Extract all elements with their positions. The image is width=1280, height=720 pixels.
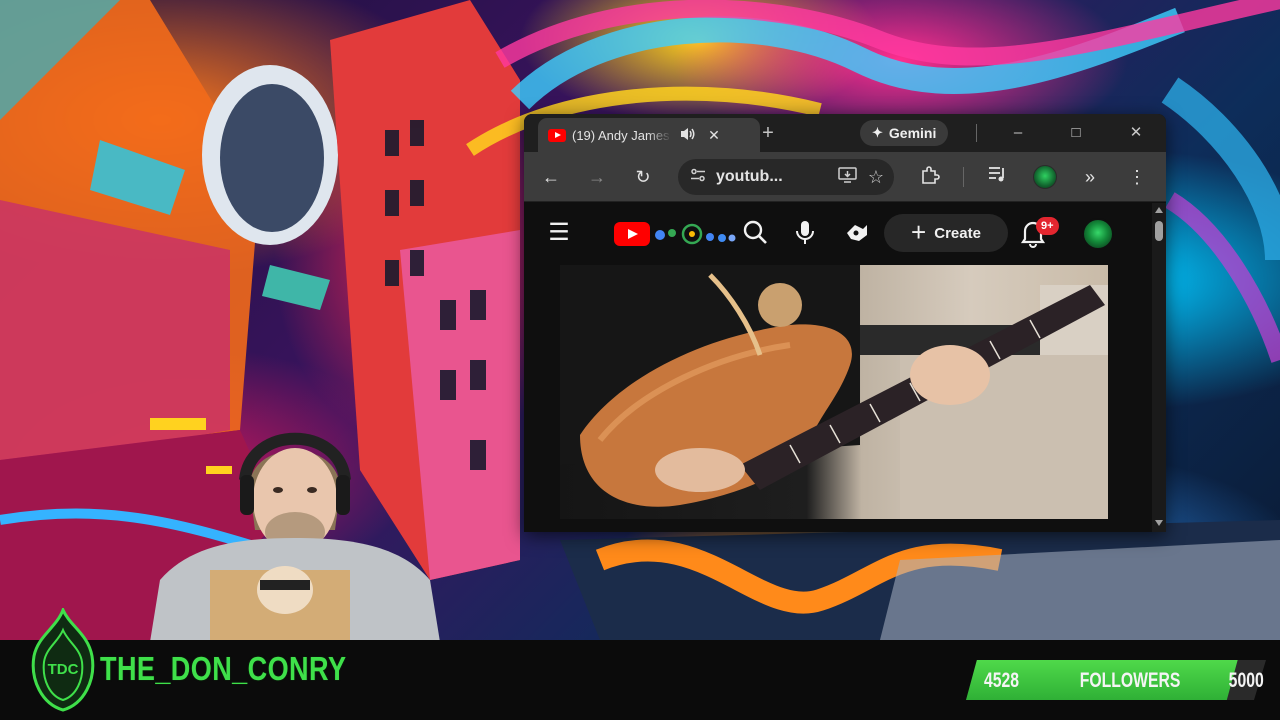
tab-strip: (19) Andy James ✕ + ✦ Gemini – □ ✕ bbox=[524, 114, 1166, 152]
gemini-label: Gemini bbox=[888, 125, 937, 141]
site-info-icon[interactable] bbox=[690, 168, 706, 186]
more-chevrons-icon[interactable]: » bbox=[1078, 165, 1102, 189]
reload-icon[interactable]: ↻ bbox=[631, 165, 655, 189]
account-avatar-icon[interactable] bbox=[1082, 218, 1114, 250]
extensions-icon[interactable] bbox=[918, 165, 942, 189]
minimize-button[interactable]: – bbox=[998, 120, 1038, 146]
notification-badge: 9+ bbox=[1036, 217, 1059, 235]
scrollbar-thumb[interactable] bbox=[1155, 221, 1163, 241]
follower-goal: 5000 bbox=[1228, 669, 1264, 692]
new-tab-button[interactable]: + bbox=[756, 122, 780, 145]
address-bar-url: youtub... bbox=[716, 168, 783, 185]
toolbar-divider bbox=[963, 167, 964, 187]
bookmark-star-icon[interactable]: ☆ bbox=[868, 167, 884, 188]
forward-icon[interactable]: → bbox=[585, 165, 609, 189]
profile-avatar-icon[interactable] bbox=[1033, 165, 1057, 189]
gemini-button[interactable]: ✦ Gemini bbox=[860, 120, 949, 146]
follower-count: 4528 bbox=[984, 669, 1020, 692]
tab-active[interactable]: (19) Andy James ✕ bbox=[538, 118, 760, 152]
svg-text:TDC: TDC bbox=[48, 661, 79, 678]
youtube-page: ☰ + Create 9+ bbox=[524, 203, 1166, 532]
streamer-camera-image bbox=[150, 432, 440, 642]
follower-goal-bar: 4528 FOLLOWERS 5000 bbox=[966, 660, 1266, 700]
scroll-up-arrow-icon[interactable] bbox=[1155, 207, 1163, 213]
speaker-icon[interactable] bbox=[678, 127, 698, 144]
browser-toolbar: ← → ↻ youtub... ☆ » ⋮ bbox=[524, 152, 1166, 202]
create-label: Create bbox=[934, 224, 981, 242]
close-icon[interactable]: ✕ bbox=[704, 127, 724, 144]
maximize-button[interactable]: □ bbox=[1056, 120, 1096, 146]
hamburger-menu-icon[interactable]: ☰ bbox=[544, 219, 574, 247]
mic-icon[interactable] bbox=[791, 219, 819, 249]
browser-window: (19) Andy James ✕ + ✦ Gemini – □ ✕ ← → ↻… bbox=[524, 114, 1166, 532]
create-button[interactable]: + Create bbox=[884, 214, 1008, 252]
youtube-logo-icon[interactable] bbox=[614, 222, 650, 246]
search-icon[interactable] bbox=[740, 219, 770, 249]
back-icon[interactable]: ← bbox=[539, 165, 563, 189]
follower-label: FOLLOWERS bbox=[1079, 669, 1181, 692]
channel-logo-icon: TDC bbox=[31, 608, 95, 712]
youtube-masthead: ☰ + Create 9+ bbox=[524, 203, 1154, 263]
install-app-icon[interactable] bbox=[838, 167, 858, 187]
guitar-playing-video bbox=[560, 265, 1108, 519]
gemini-sparkle-icon: ✦ bbox=[872, 125, 883, 140]
scroll-down-arrow-icon[interactable] bbox=[1155, 520, 1163, 526]
tab-strip-divider bbox=[976, 124, 977, 142]
media-control-icon[interactable] bbox=[986, 165, 1010, 189]
ai-assistant-icon[interactable] bbox=[842, 219, 872, 249]
kebab-menu-icon[interactable]: ⋮ bbox=[1125, 165, 1149, 189]
tab-title: (19) Andy James bbox=[572, 127, 670, 143]
video-player[interactable] bbox=[560, 265, 1108, 519]
doodle-icon[interactable] bbox=[652, 223, 742, 245]
channel-name: THE_DON_CONRY bbox=[100, 650, 347, 687]
youtube-favicon-icon bbox=[548, 128, 566, 142]
plus-icon: + bbox=[911, 216, 927, 247]
page-scrollbar[interactable] bbox=[1152, 203, 1166, 532]
window-close-button[interactable]: ✕ bbox=[1116, 120, 1156, 146]
webcam-feed bbox=[150, 420, 440, 642]
address-bar[interactable]: youtub... ☆ bbox=[678, 159, 894, 195]
